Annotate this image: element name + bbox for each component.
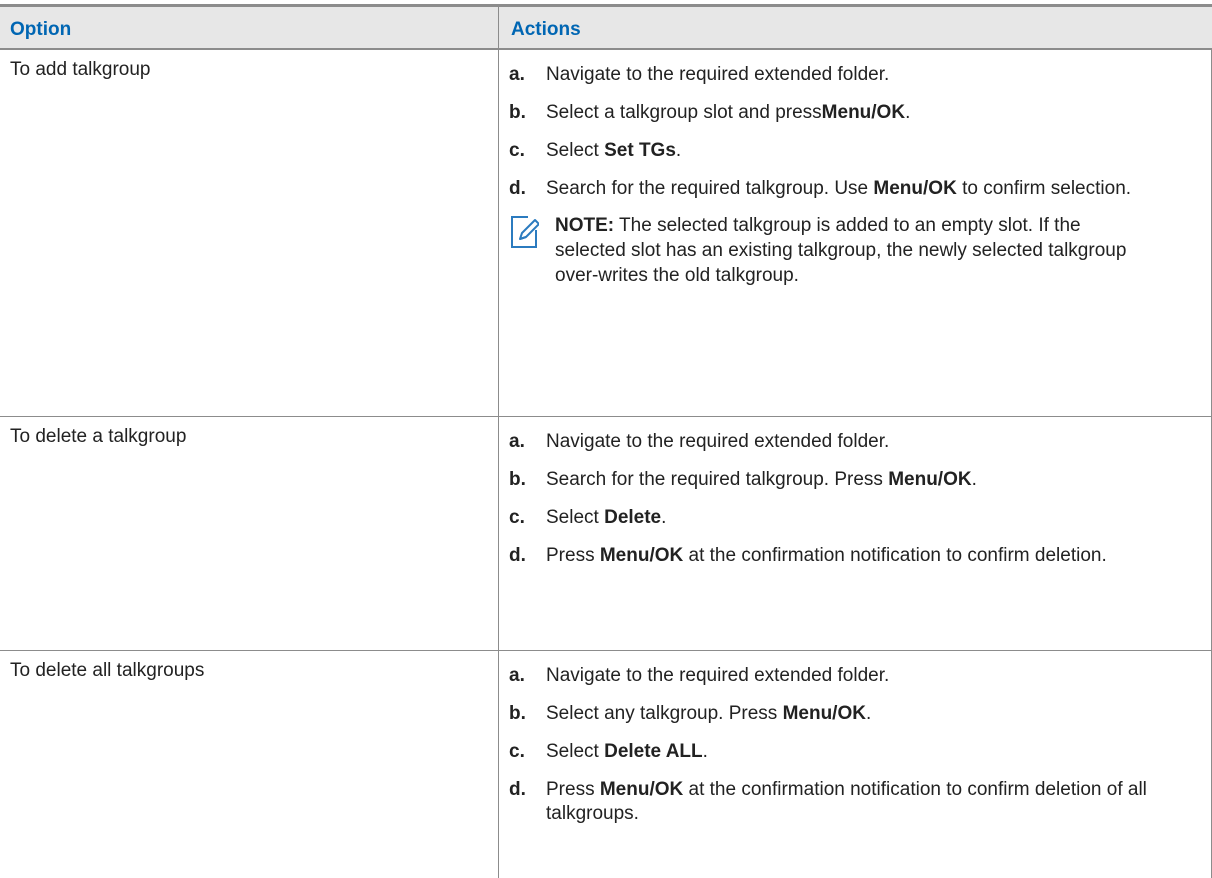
step-segment: Search for the required talkgroup. Press (546, 469, 889, 490)
step-item: c. Select Delete ALL. (509, 740, 1211, 764)
table-row: To add talkgroup a. Navigate to the requi… (0, 48, 1212, 417)
note-text: NOTE: The selected talkgroup is added to… (555, 213, 1211, 288)
step-letter: a. (509, 431, 525, 452)
step-letter: d. (509, 177, 526, 199)
step-text: Select a talkgroup slot and pressMenu/OK… (546, 101, 1211, 125)
step-letter: b. (509, 469, 526, 490)
step-item: c. Select Delete. (509, 506, 1211, 530)
table-row: To delete a talkgroup a. Navigate to the … (0, 416, 1212, 651)
step-keyword: Menu/OK (888, 469, 972, 490)
step-text: Search for the required talkgroup. Use M… (546, 177, 1211, 201)
step-item: c. Select Set TGs. (509, 139, 1211, 163)
option-cell: To add talkgroup (0, 48, 499, 417)
step-text: Select Delete ALL. (546, 740, 1211, 764)
step-letter: b. (509, 703, 526, 724)
header-row: Option Actions (0, 4, 1212, 50)
step-text: Navigate to the required extended folder… (546, 664, 1211, 688)
step-item: a. Navigate to the required extended fold… (509, 664, 1211, 688)
note-label: NOTE: (555, 214, 615, 236)
note-body: The selected talkgroup is added to an em… (555, 214, 1127, 286)
step-segment: Press (546, 545, 600, 566)
header-option: Option (0, 4, 499, 50)
step-segment: Press (546, 779, 600, 800)
step-letter: d. (509, 779, 526, 800)
step-item: d. Press Menu/OK at the confirmation noti… (509, 544, 1211, 568)
step-segment: Navigate to the required extended folder… (546, 665, 890, 686)
step-text: Search for the required talkgroup. Press… (546, 468, 1211, 492)
step-segment: . (971, 469, 977, 490)
table-header: Option Actions (0, 4, 1212, 50)
step-item: b. Select any talkgroup. Press Menu/OK. (509, 702, 1211, 726)
step-text: Select Delete. (546, 506, 1211, 530)
step-segment: Navigate to the required extended folder… (546, 431, 890, 452)
step-keyword: Menu/OK (599, 779, 684, 800)
step-letter: c. (509, 507, 525, 528)
step-item: b. Search for the required talkgroup. Pre… (509, 468, 1211, 492)
step-text: Press Menu/OK at the confirmation notifi… (546, 544, 1211, 568)
step-keyword: Menu/OK (599, 545, 684, 566)
header-actions: Actions (498, 4, 1212, 50)
step-text: Select any talkgroup. Press Menu/OK. (546, 702, 1211, 726)
step-text: Navigate to the required extended folder… (546, 430, 1211, 454)
step-text: Navigate to the required extended folder… (546, 63, 1211, 87)
step-segment: Search for the required talkgroup. Use (546, 177, 874, 199)
actions-cell: a. Navigate to the required extended fold… (498, 416, 1212, 651)
step-segment: at the confirmation notification to conf… (683, 545, 1107, 566)
step-item: a. Navigate to the required extended fold… (509, 63, 1211, 87)
step-letter: c. (509, 741, 525, 762)
note-box: NOTE: The selected talkgroup is added to… (509, 213, 1211, 288)
step-segment: . (905, 101, 911, 123)
step-keyword: Delete (604, 507, 662, 528)
option-cell: To delete all talkgroups (0, 650, 499, 878)
step-letter: c. (509, 139, 525, 161)
step-segment: . (865, 703, 872, 724)
steps-list: a. Navigate to the required extended fold… (509, 664, 1211, 826)
step-text: Select Set TGs. (546, 139, 1211, 163)
step-segment: to confirm selection. (956, 177, 1132, 199)
step-item: d. Search for the required talkgroup. Use… (509, 177, 1211, 201)
table-body: To add talkgroup a. Navigate to the requi… (0, 48, 1212, 878)
step-segment: . (702, 741, 708, 762)
step-segment: Select (546, 139, 605, 161)
step-segment: Select any talkgroup. Press (546, 703, 783, 724)
step-segment: . (661, 507, 667, 528)
step-segment: Select a talkgroup slot and press (546, 101, 822, 123)
step-keyword: Menu/OK (821, 101, 906, 123)
table-row: To delete all talkgroups a. Navigate to t… (0, 650, 1212, 878)
step-text: Press Menu/OK at the confirmation notifi… (546, 778, 1211, 826)
step-segment: Navigate to the required extended folder… (546, 63, 890, 85)
step-letter: a. (509, 665, 525, 686)
actions-cell: a. Navigate to the required extended fold… (498, 48, 1212, 417)
steps-list: a. Navigate to the required extended fold… (509, 63, 1211, 201)
option-cell: To delete a talkgroup (0, 416, 499, 651)
step-segment: Select (546, 741, 605, 762)
step-letter: d. (509, 545, 526, 566)
actions-cell: a. Navigate to the required extended fold… (498, 650, 1212, 878)
step-letter: a. (509, 63, 525, 85)
step-keyword: Menu/OK (782, 703, 866, 724)
step-letter: b. (509, 101, 526, 123)
step-item: a. Navigate to the required extended fold… (509, 430, 1211, 454)
step-keyword: Set TGs (604, 139, 676, 161)
step-item: d. Press Menu/OK at the confirmation noti… (509, 778, 1211, 826)
note-edit-icon (509, 213, 555, 253)
step-item: b. Select a talkgroup slot and pressMenu/… (509, 101, 1211, 125)
steps-list: a. Navigate to the required extended fold… (509, 430, 1211, 568)
talkgroup-options-table: Option Actions To add talkgroup a. Naviga… (0, 4, 1212, 878)
step-keyword: Delete ALL (604, 741, 703, 762)
step-segment: Select (546, 507, 605, 528)
step-keyword: Menu/OK (873, 177, 957, 199)
step-segment: . (675, 139, 682, 161)
